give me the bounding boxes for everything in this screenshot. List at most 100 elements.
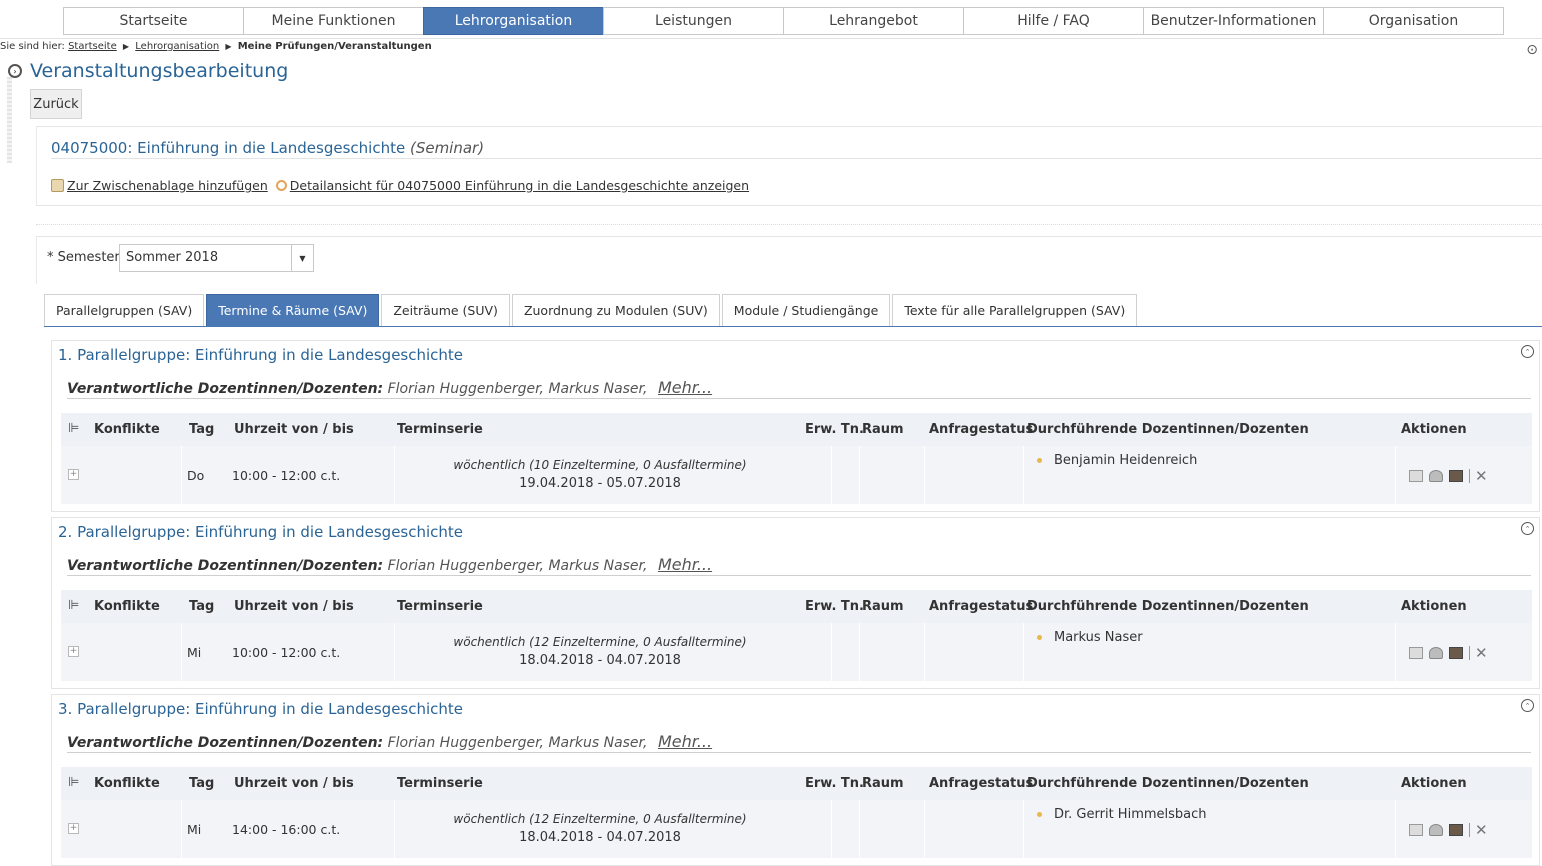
nav-item-benutzer-informationen[interactable]: Benutzer-Informationen bbox=[1143, 7, 1324, 35]
cell-divider bbox=[1023, 623, 1024, 681]
section-separator bbox=[36, 224, 1542, 225]
tab-termine-raeume[interactable]: Termine & Räume (SAV) bbox=[206, 294, 380, 326]
table-header: ⊫ Konflikte Tag Uhrzeit von / bis Termin… bbox=[61, 590, 1532, 623]
tab-texte-parallelgruppen[interactable]: Texte für alle Parallelgruppen (SAV) bbox=[892, 294, 1138, 326]
row-actions: ✕ bbox=[1409, 823, 1488, 838]
col-terminserie: Terminserie bbox=[397, 422, 483, 437]
nav-item-organisation[interactable]: Organisation bbox=[1323, 7, 1504, 35]
lecturer-name: Dr. Gerrit Himmelsbach bbox=[1054, 807, 1207, 822]
breadcrumb-section-link[interactable]: Lehrorganisation bbox=[135, 41, 219, 52]
sort-icon[interactable]: ⊫ bbox=[68, 421, 79, 436]
main-navigation: Startseite Meine Funktionen Lehrorganisa… bbox=[63, 7, 1504, 35]
course-title: 04075000: Einführung in die Landesgeschi… bbox=[51, 139, 484, 157]
cell-time: 10:00 - 12:00 c.t. bbox=[232, 468, 341, 483]
lecturer-name: Benjamin Heidenreich bbox=[1054, 453, 1198, 468]
edit-icon[interactable] bbox=[1409, 470, 1423, 482]
breadcrumb-home-link[interactable]: Startseite bbox=[68, 41, 117, 52]
edit-icon[interactable] bbox=[1409, 824, 1423, 836]
room-request-icon[interactable] bbox=[1449, 647, 1463, 659]
edit-icon[interactable] bbox=[1409, 647, 1423, 659]
breadcrumb-prefix: Sie sind hier: bbox=[0, 41, 65, 52]
nav-item-leistungen[interactable]: Leistungen bbox=[603, 7, 784, 35]
serie-text: wöchentlich (12 Einzeltermine, 0 Ausfall… bbox=[453, 635, 747, 649]
collapse-icon[interactable]: ⌃ bbox=[1521, 699, 1534, 712]
cell-divider bbox=[1395, 623, 1396, 681]
cell-time: 10:00 - 12:00 c.t. bbox=[232, 645, 341, 660]
more-link[interactable]: Mehr... bbox=[658, 378, 712, 397]
col-tag: Tag bbox=[189, 776, 215, 791]
cell-divider bbox=[1395, 446, 1396, 504]
col-dozenten: Durchführende Dozentinnen/Dozenten bbox=[1027, 776, 1309, 791]
col-tag: Tag bbox=[189, 599, 215, 614]
cell-divider bbox=[924, 446, 925, 504]
semester-filter: * Semester Sommer 2018 ▼ bbox=[36, 236, 1542, 284]
cell-divider bbox=[831, 800, 832, 858]
delete-icon[interactable]: ✕ bbox=[1475, 469, 1488, 484]
room-request-icon[interactable] bbox=[1449, 824, 1463, 836]
responsible-names: Florian Huggenberger, Markus Naser, bbox=[387, 381, 648, 397]
delete-icon[interactable]: ✕ bbox=[1475, 823, 1488, 838]
table-row: + Mi 10:00 - 12:00 c.t. wöchentlich (12 … bbox=[61, 623, 1532, 681]
row-actions: ✕ bbox=[1409, 646, 1488, 661]
page-title-area: › Veranstaltungsbearbeitung bbox=[8, 60, 288, 82]
add-to-clipboard-link[interactable]: Zur Zwischenablage hinzufügen bbox=[67, 178, 268, 193]
tab-module-studiengaenge[interactable]: Module / Studiengänge bbox=[721, 294, 891, 326]
collapse-header-icon[interactable]: ⊙ bbox=[1526, 42, 1538, 58]
cell-divider bbox=[394, 446, 395, 504]
more-link[interactable]: Mehr... bbox=[658, 555, 712, 574]
appointments-table: ⊫ Konflikte Tag Uhrzeit von / bis Termin… bbox=[61, 413, 1532, 505]
nav-item-meine-funktionen[interactable]: Meine Funktionen bbox=[243, 7, 424, 35]
sidebar-toggle-handle[interactable] bbox=[7, 77, 12, 163]
page-title: Veranstaltungsbearbeitung bbox=[30, 60, 289, 82]
detail-view-link[interactable]: Detailansicht für 04075000 Einführung in… bbox=[290, 178, 749, 193]
more-link[interactable]: Mehr... bbox=[658, 732, 712, 751]
tab-zuordnung-module[interactable]: Zuordnung zu Modulen (SUV) bbox=[511, 294, 720, 326]
breadcrumb: Sie sind hier: Startseite ▶ Lehrorganisa… bbox=[0, 41, 432, 52]
col-tag: Tag bbox=[189, 422, 215, 437]
nav-item-hilfe-faq[interactable]: Hilfe / FAQ bbox=[963, 7, 1144, 35]
col-aktionen: Aktionen bbox=[1401, 599, 1467, 614]
expand-row-icon[interactable]: + bbox=[68, 646, 79, 657]
cell-divider bbox=[181, 446, 182, 504]
col-erw-tn: Erw. Tn. bbox=[805, 422, 864, 437]
breadcrumb-current: Meine Prüfungen/Veranstaltungen bbox=[237, 41, 432, 52]
person-icon[interactable] bbox=[1429, 647, 1443, 659]
delete-icon[interactable]: ✕ bbox=[1475, 646, 1488, 661]
expand-row-icon[interactable]: + bbox=[68, 469, 79, 480]
semester-select[interactable]: Sommer 2018 ▼ bbox=[119, 244, 314, 272]
back-button[interactable]: Zurück bbox=[30, 89, 82, 119]
col-raum: Raum bbox=[862, 776, 904, 791]
cell-divider bbox=[394, 800, 395, 858]
nav-item-lehrorganisation[interactable]: Lehrorganisation bbox=[423, 7, 604, 35]
collapse-icon[interactable]: ⌃ bbox=[1521, 345, 1534, 358]
collapse-icon[interactable]: ⌃ bbox=[1521, 522, 1534, 535]
group-divider bbox=[67, 398, 1531, 399]
expand-sidebar-icon[interactable]: › bbox=[8, 64, 22, 78]
course-title-text: 04075000: Einführung in die Landesgeschi… bbox=[51, 139, 406, 157]
sort-icon[interactable]: ⊫ bbox=[68, 775, 79, 790]
sort-icon[interactable]: ⊫ bbox=[68, 598, 79, 613]
tab-zeitraeume[interactable]: Zeiträume (SUV) bbox=[381, 294, 510, 326]
cell-tag: Mi bbox=[187, 645, 202, 660]
col-raum: Raum bbox=[862, 422, 904, 437]
responsible-lecturers: Verantwortliche Dozentinnen/Dozenten: Fl… bbox=[67, 378, 712, 397]
nav-divider bbox=[0, 38, 1542, 39]
course-divider bbox=[51, 158, 1542, 159]
col-konflikte: Konflikte bbox=[94, 599, 160, 614]
nav-item-lehrangebot[interactable]: Lehrangebot bbox=[783, 7, 964, 35]
table-header: ⊫ Konflikte Tag Uhrzeit von / bis Termin… bbox=[61, 413, 1532, 446]
parallel-group: 2. Parallelgruppe: Einführung in die Lan… bbox=[51, 517, 1540, 689]
col-dozenten: Durchführende Dozentinnen/Dozenten bbox=[1027, 422, 1309, 437]
person-icon[interactable] bbox=[1429, 470, 1443, 482]
parallel-group: 3. Parallelgruppe: Einführung in die Lan… bbox=[51, 694, 1540, 866]
cell-divider bbox=[831, 623, 832, 681]
clipboard-icon bbox=[51, 179, 64, 192]
appointments-table: ⊫ Konflikte Tag Uhrzeit von / bis Termin… bbox=[61, 590, 1532, 682]
nav-item-startseite[interactable]: Startseite bbox=[63, 7, 244, 35]
col-erw-tn: Erw. Tn. bbox=[805, 776, 864, 791]
col-erw-tn: Erw. Tn. bbox=[805, 599, 864, 614]
tab-parallelgruppen[interactable]: Parallelgruppen (SAV) bbox=[44, 294, 205, 326]
person-icon[interactable] bbox=[1429, 824, 1443, 836]
expand-row-icon[interactable]: + bbox=[68, 823, 79, 834]
room-request-icon[interactable] bbox=[1449, 470, 1463, 482]
